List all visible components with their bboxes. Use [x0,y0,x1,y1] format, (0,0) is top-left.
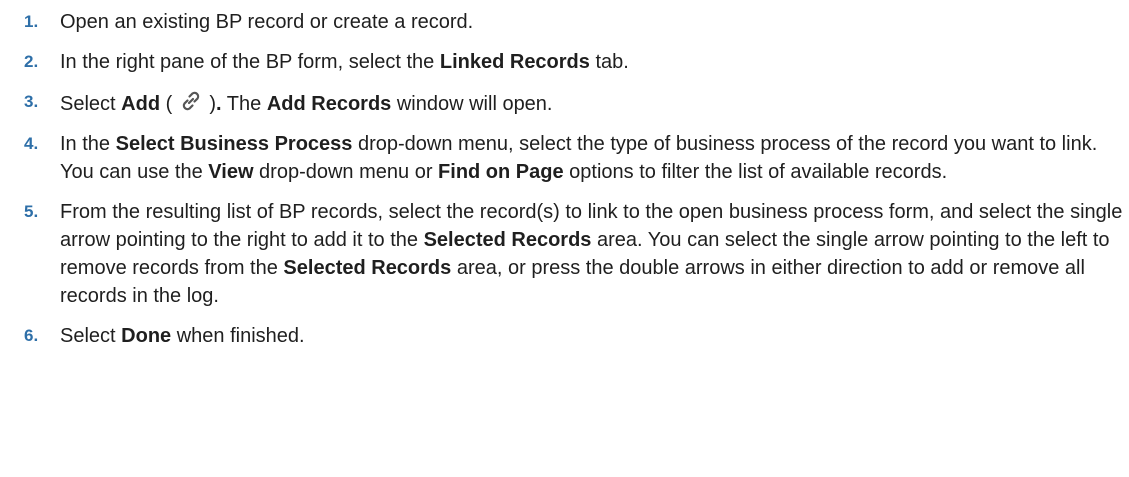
step-text-run: Select [60,325,122,347]
step-3: 3. Select Add ( ). The Add Records windo… [0,88,1129,118]
step-number: 2. [24,52,39,71]
step-text-run: ) [203,93,217,115]
step-6: 6. Select Done when finished. [0,322,1129,350]
procedure-steps: 1. Open an existing BP record or create … [0,0,1129,350]
link-icon [178,88,204,114]
step-text-run: The [221,93,267,115]
step-text-run: when finished. [171,325,305,347]
step-5: 5. From the resulting list of BP records… [0,198,1129,310]
ui-term: Done [121,325,172,347]
step-text-run: Open an existing BP record or create a r… [60,11,474,33]
step-text: Select Done when finished. [60,325,305,347]
ui-term: Select Business Process [115,133,353,155]
step-text: From the resulting list of BP records, s… [60,201,1122,307]
ui-term: Add Records [266,93,392,115]
ui-term: Find on Page [438,161,564,183]
step-text: In the Select Business Process drop-down… [60,133,1097,183]
step-text-run: Select [60,93,122,115]
step-2: 2. In the right pane of the BP form, sel… [0,48,1129,76]
step-4: 4. In the Select Business Process drop-d… [0,130,1129,186]
step-number: 5. [24,202,39,221]
ui-term: Selected Records [283,257,452,279]
step-number: 4. [24,134,39,153]
step-text: Open an existing BP record or create a r… [60,11,473,33]
ui-term: Add [121,93,161,115]
step-text: Select Add ( ). The Add Records window w… [60,91,553,115]
step-number: 3. [24,92,39,111]
step-text-run: window will open. [391,93,553,115]
step-1: 1. Open an existing BP record or create … [0,8,1129,36]
step-text-run: In the right pane of the BP form, select… [60,51,440,73]
ui-term: Selected Records [423,229,592,251]
step-text: In the right pane of the BP form, select… [60,51,629,73]
ui-term: View [208,161,254,183]
step-text-run: tab. [589,51,629,73]
step-text-run: In the [60,133,116,155]
step-text-run: options to filter the list of available … [563,161,948,183]
step-text-run: ( [160,93,178,115]
ui-term: Linked Records [439,51,590,73]
step-text-run: drop-down menu or [253,161,439,183]
step-number: 1. [24,12,39,31]
step-number: 6. [24,326,39,345]
